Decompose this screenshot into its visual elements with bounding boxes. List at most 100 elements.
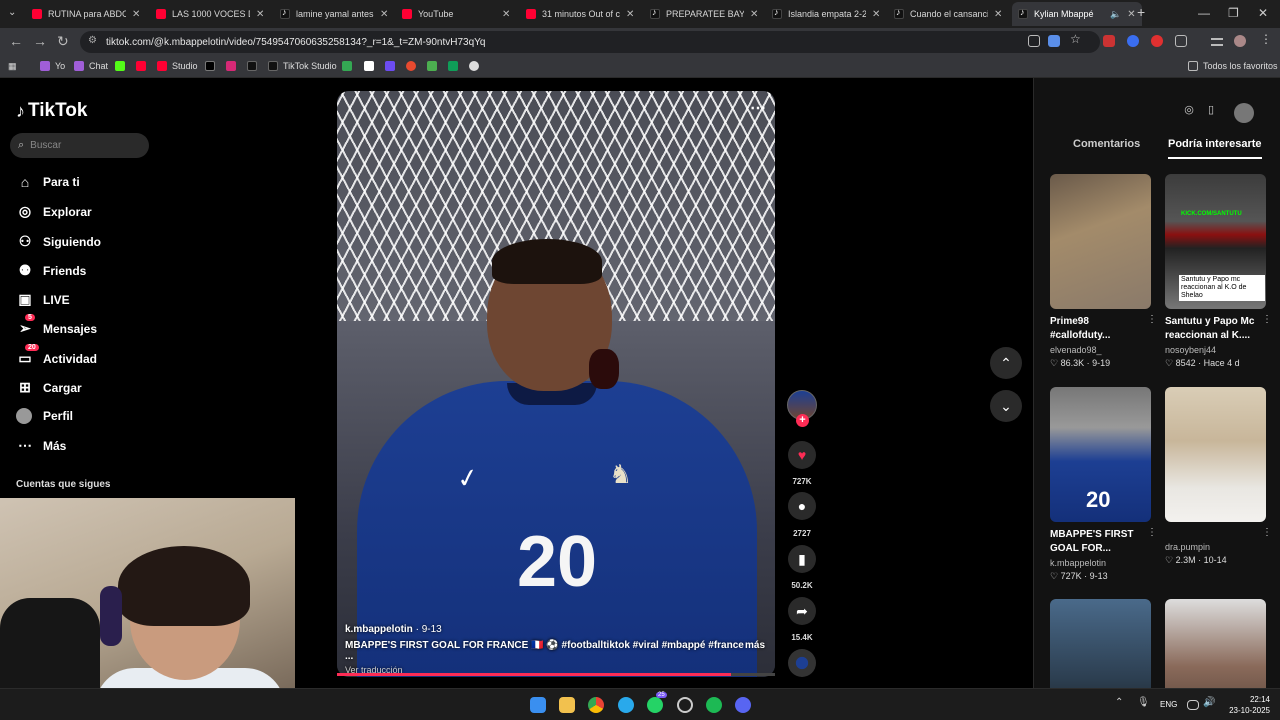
video-thumbnail[interactable]: 20	[1050, 387, 1151, 522]
obs-icon[interactable]	[677, 697, 693, 713]
windows-start-icon[interactable]	[530, 697, 546, 713]
tray-chevron-up-icon[interactable]: ⌃	[1115, 697, 1131, 713]
tab-search-icon[interactable]: ⌄	[8, 7, 16, 18]
nav-friends[interactable]: ⚉ Friends	[16, 262, 87, 279]
video-author[interactable]: k.mbappelotin	[345, 624, 413, 635]
bookmark-item[interactable]	[469, 61, 484, 71]
share-button[interactable]: ➦	[788, 597, 816, 625]
browser-tab[interactable]: LAS 1000 VOCES DE ✕	[156, 4, 264, 24]
mobile-device-icon[interactable]: ▯	[1203, 103, 1219, 119]
video-player[interactable]: ✓ ♞ 20	[337, 91, 775, 677]
browser-tab[interactable]: Cuando el cansancio ✕	[894, 4, 1002, 24]
bookmark-chat[interactable]: Chat	[74, 61, 108, 71]
bookmark-instagram[interactable]	[226, 61, 241, 71]
nav-explore[interactable]: ◎ Explorar	[16, 203, 92, 220]
nav-following[interactable]: ⚇ Siguiendo	[16, 233, 101, 250]
speaker-icon[interactable]: 🔈	[1110, 9, 1121, 20]
bookmark-tiktok-studio[interactable]: TikTok Studio	[268, 61, 337, 71]
all-bookmarks[interactable]: Todos los favoritos	[1188, 61, 1278, 71]
user-avatar[interactable]	[1234, 103, 1254, 123]
reading-list-icon[interactable]	[1211, 38, 1223, 46]
video-thumbnail[interactable]	[1165, 387, 1266, 522]
browser-tab[interactable]: lamine yamal antes d ✕	[280, 4, 388, 24]
bookmark-item[interactable]	[385, 61, 400, 71]
bookmark-x[interactable]	[205, 61, 220, 71]
compass-icon[interactable]: ◎	[1181, 103, 1197, 119]
browser-tab[interactable]: YouTube ✕	[402, 4, 510, 24]
nav-for-you[interactable]: ⌂ Para ti	[16, 174, 80, 190]
nav-more[interactable]: ⋯ Más	[16, 437, 66, 454]
bookmark-item[interactable]	[427, 61, 442, 71]
nav-messages[interactable]: ➢ 5 Mensajes	[16, 314, 97, 337]
chrome-icon[interactable]	[588, 697, 604, 713]
spotify-icon[interactable]	[706, 697, 722, 713]
browser-tab[interactable]: 31 minutos Out of co ✕	[526, 4, 634, 24]
browser-tab[interactable]: Islandia empata 2-2 ✕	[772, 4, 880, 24]
card-options-icon[interactable]: ⋮	[1147, 527, 1157, 538]
bookmark-tiktok[interactable]	[247, 61, 262, 71]
video-thumbnail[interactable]	[1050, 174, 1151, 309]
bookmark-drive[interactable]	[342, 61, 357, 71]
suggested-video-card[interactable]: dra.pumpin ♡ 2.3M · 10-14 ⋮	[1165, 387, 1272, 566]
url-field[interactable]: ⚙ tiktok.com/@k.mbappelotin/video/754954…	[80, 31, 1100, 53]
install-app-icon[interactable]	[1028, 35, 1040, 47]
video-thumbnail[interactable]	[1165, 599, 1266, 688]
nav-activity[interactable]: ▭ 20 Actividad	[16, 344, 97, 367]
card-options-icon[interactable]: ⋮	[1262, 314, 1272, 325]
card-author[interactable]: nosoybenj44	[1165, 345, 1266, 355]
site-info-icon[interactable]: ⚙	[88, 35, 97, 46]
file-explorer-icon[interactable]	[559, 697, 575, 713]
bookmark-studio[interactable]: Studio	[157, 61, 198, 71]
more-link[interactable]: más	[745, 640, 765, 662]
video-thumbnail[interactable]: KICK.COM/SANTUTU Santutu y Papo mc reacc…	[1165, 174, 1266, 309]
close-icon[interactable]: ✕	[502, 9, 510, 20]
back-icon[interactable]: ←	[9, 33, 23, 49]
previous-video-button[interactable]: ⌃	[990, 347, 1022, 379]
bookmark-item[interactable]	[364, 61, 379, 71]
apps-grid-icon[interactable]: ▦	[8, 61, 17, 72]
bookmark-youtube[interactable]	[136, 61, 151, 71]
suggested-video-card[interactable]: KICK.COM/SANTUTU Santutu y Papo mc reacc…	[1165, 174, 1272, 369]
translate-icon[interactable]	[1048, 35, 1060, 47]
card-options-icon[interactable]: ⋮	[1147, 314, 1157, 325]
whatsapp-icon[interactable]: 25	[647, 692, 667, 713]
close-icon[interactable]: ✕	[256, 9, 264, 20]
tab-you-may-like[interactable]: Podría interesarte	[1168, 138, 1262, 159]
restore-icon[interactable]: ❐	[1228, 6, 1239, 20]
close-window-icon[interactable]: ✕	[1258, 6, 1268, 20]
extension-icon[interactable]	[1103, 35, 1115, 47]
browser-tab[interactable]: PREPARATEE BAYEEE ✕	[650, 4, 758, 24]
menu-kebab-icon[interactable]: ⋮	[1260, 32, 1272, 46]
microphone-icon[interactable]: 🎙	[1137, 697, 1153, 713]
network-icon[interactable]	[1187, 700, 1199, 710]
tiktok-logo[interactable]: ♪ TikTok	[16, 100, 87, 122]
minimize-icon[interactable]: —	[1198, 6, 1210, 20]
card-author[interactable]: elvenado98_	[1050, 345, 1151, 355]
close-icon[interactable]: ✕	[380, 9, 388, 20]
reload-icon[interactable]: ↻	[57, 33, 69, 50]
bookmark-item[interactable]	[406, 61, 421, 71]
bookmark-star-icon[interactable]: ☆	[1070, 32, 1082, 46]
video-progress-bar[interactable]	[337, 673, 775, 676]
like-button[interactable]: ♥	[788, 441, 816, 469]
next-video-button[interactable]: ⌄	[990, 390, 1022, 422]
browser-tab[interactable]: RUTINA para ABDOM ✕	[32, 4, 140, 24]
telegram-icon[interactable]	[618, 697, 634, 713]
video-thumbnail[interactable]	[1050, 599, 1151, 688]
close-icon[interactable]: ✕	[872, 9, 880, 20]
bookmark-sheets[interactable]	[448, 61, 463, 71]
language-indicator[interactable]: ENG	[1160, 700, 1177, 709]
extension-icon[interactable]	[1127, 35, 1139, 47]
browser-tab-active[interactable]: Kylian Mbappé 🔈 ✕	[1012, 2, 1142, 26]
discord-icon[interactable]	[735, 697, 751, 713]
save-button[interactable]: ▮	[788, 545, 816, 573]
close-icon[interactable]: ✕	[750, 9, 758, 20]
card-author[interactable]: k.mbappelotin	[1050, 558, 1151, 568]
extensions-puzzle-icon[interactable]	[1175, 35, 1187, 47]
close-icon[interactable]: ✕	[1127, 9, 1135, 20]
close-icon[interactable]: ✕	[132, 9, 140, 20]
card-author[interactable]: dra.pumpin	[1165, 542, 1266, 552]
profile-avatar-icon[interactable]	[1234, 35, 1246, 47]
extension-icon[interactable]	[1151, 35, 1163, 47]
tab-comments[interactable]: Comentarios	[1073, 138, 1140, 150]
